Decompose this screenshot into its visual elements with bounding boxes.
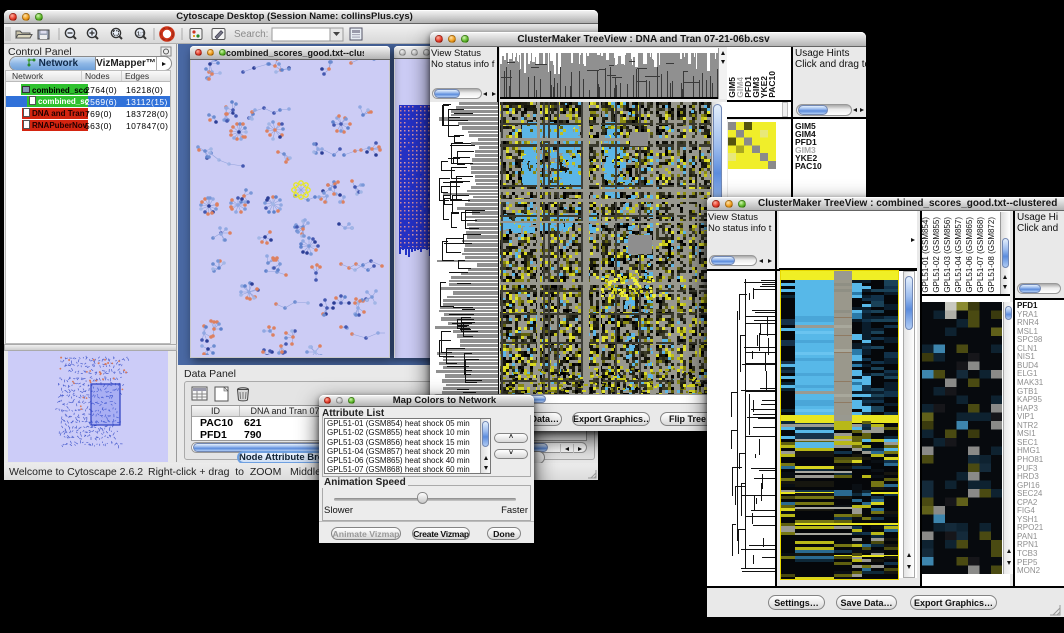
svg-text:Search:: Search: <box>234 29 268 40</box>
svg-text:1:1: 1:1 <box>137 32 145 38</box>
